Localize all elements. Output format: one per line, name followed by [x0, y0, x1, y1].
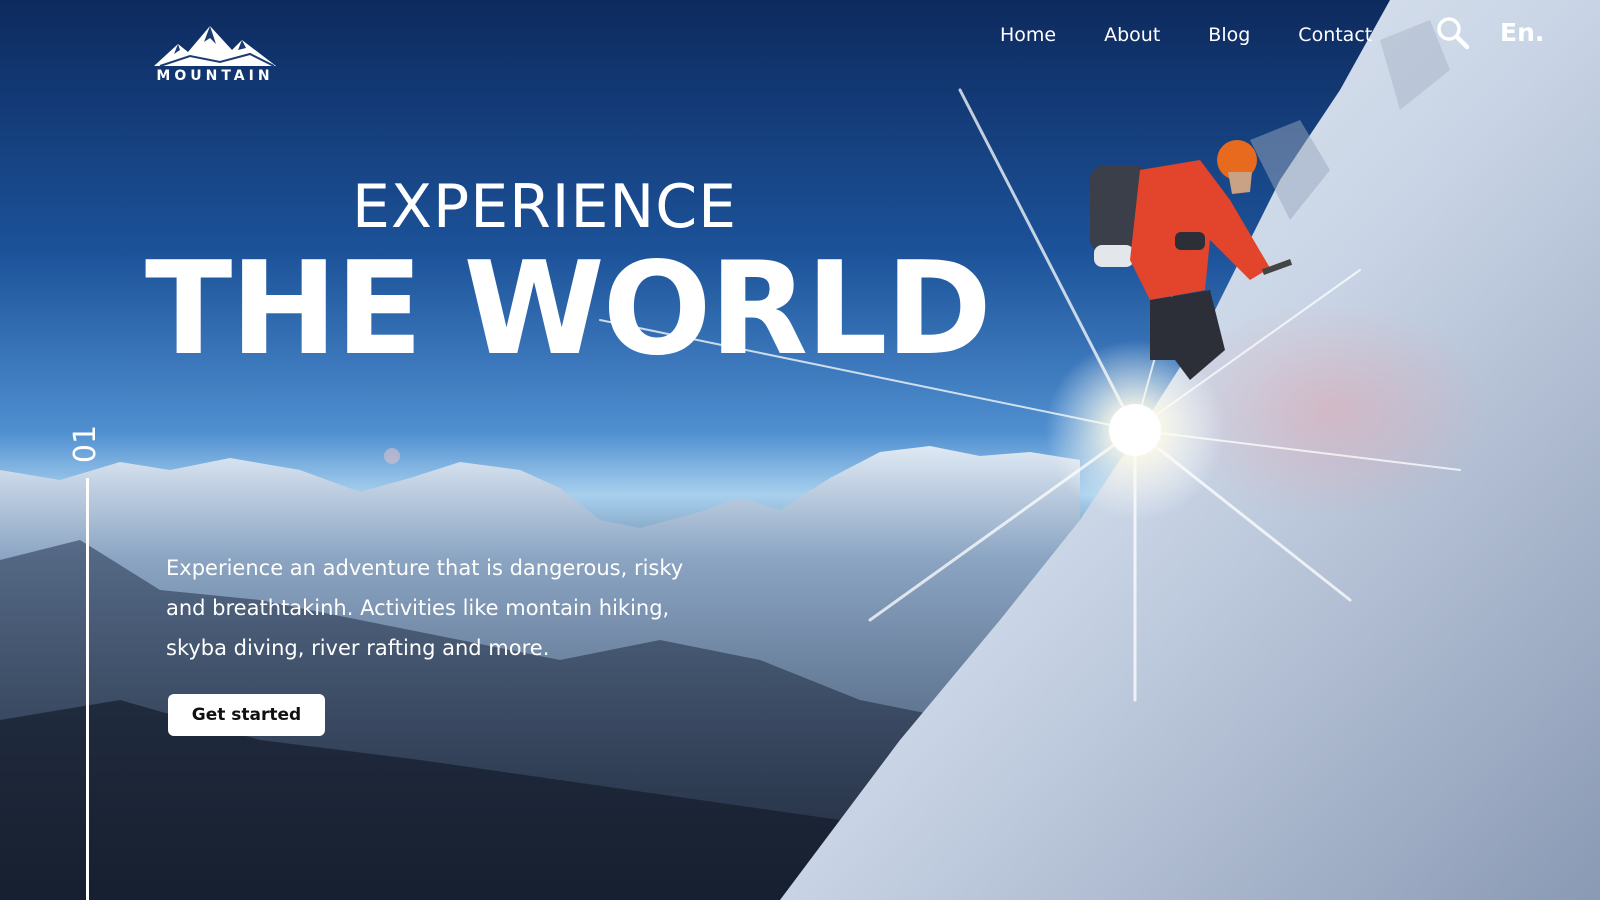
mountain-logo-icon [154, 26, 276, 67]
nav-item-blog[interactable]: Blog [1208, 24, 1250, 46]
main-nav: Home About Blog Contact [1000, 20, 1420, 50]
slide-number: 01 [68, 424, 103, 464]
nav-item-home[interactable]: Home [1000, 24, 1056, 46]
slide-progress-line [86, 478, 89, 900]
hero-description: Experience an adventure that is dangerou… [166, 556, 684, 660]
hero-section: MOUNTAIN Home About Blog Contact En. EXP… [0, 0, 1600, 900]
hero-background-image [0, 0, 1600, 900]
nav-item-about[interactable]: About [1104, 24, 1160, 46]
language-selector[interactable]: En. [1500, 18, 1544, 47]
logo-text: MOUNTAIN [156, 68, 274, 84]
search-icon [1437, 17, 1470, 50]
get-started-button[interactable]: Get started [168, 694, 325, 736]
search-button[interactable] [1436, 16, 1470, 50]
mountain-logo[interactable]: MOUNTAIN [150, 22, 280, 88]
nav-item-contact[interactable]: Contact [1298, 24, 1372, 46]
hero-kicker: EXPERIENCE [352, 172, 738, 242]
hero-headline: THE WORLD [145, 235, 992, 384]
